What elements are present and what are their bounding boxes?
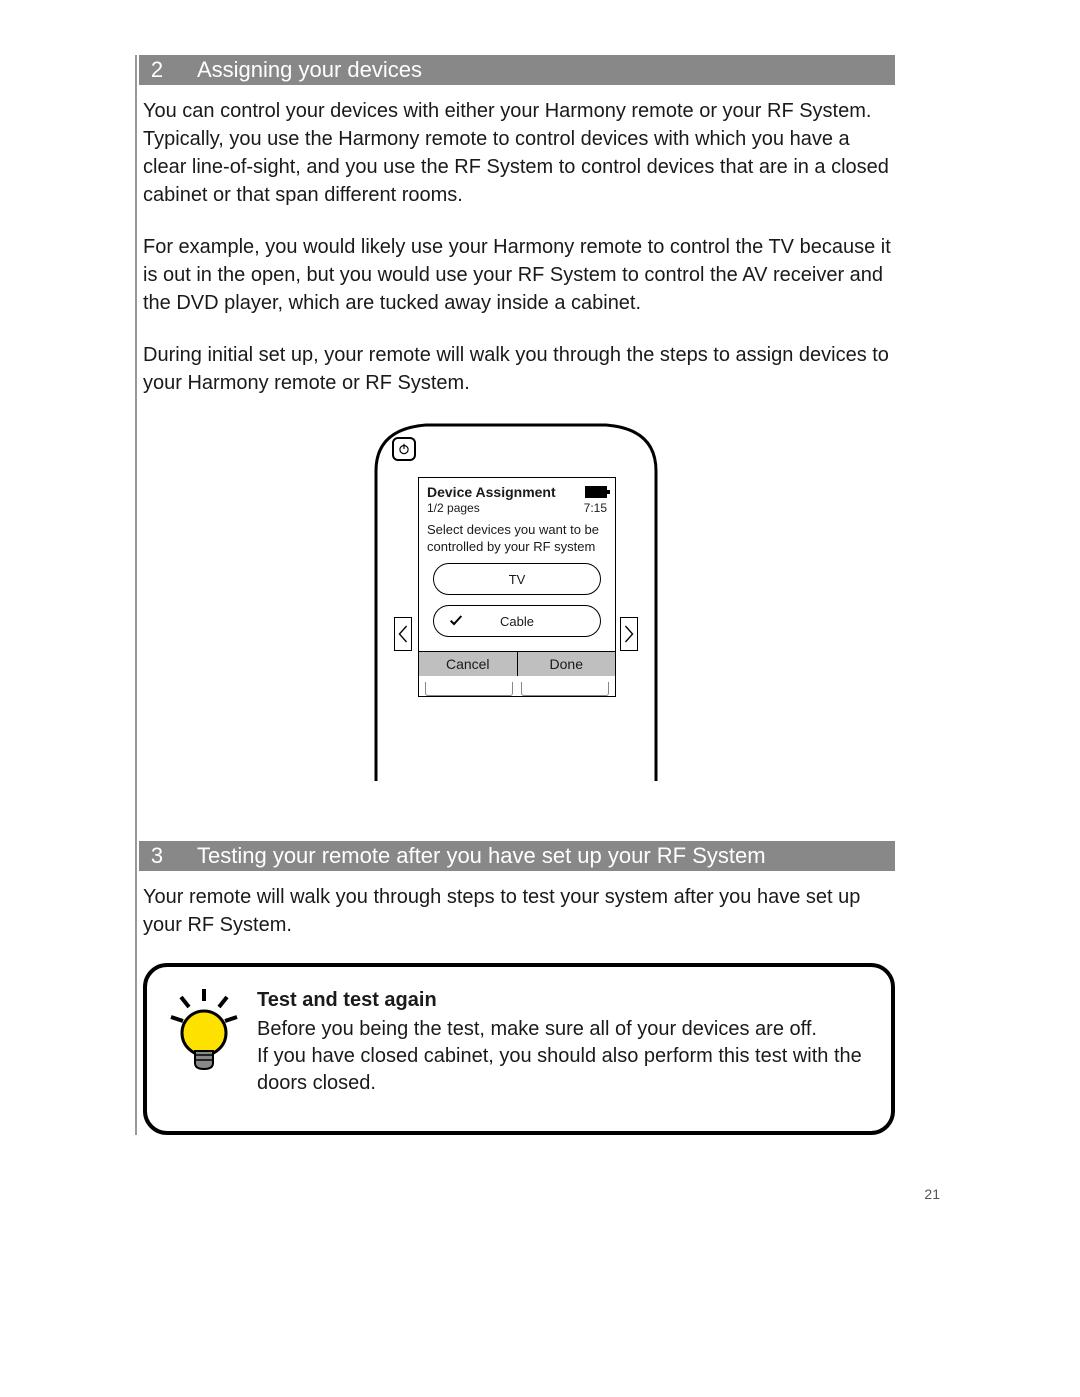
section-3-title: Testing your remote after you have set u… xyxy=(197,841,766,871)
screen-time: 7:15 xyxy=(584,501,607,515)
section-2-number: 2 xyxy=(147,55,167,85)
section-3-number: 3 xyxy=(147,841,167,871)
screen-title: Device Assignment xyxy=(427,484,556,500)
remote-screen: Device Assignment 1/2 pages 7:15 Select … xyxy=(418,477,616,697)
nav-left-button[interactable] xyxy=(394,617,412,651)
page-number: 21 xyxy=(924,1186,940,1202)
device-option-tv-label: TV xyxy=(509,572,526,587)
softkey-secondary-row xyxy=(419,676,615,696)
screen-instruction: Select devices you want to be controlled… xyxy=(419,517,615,563)
tip-line-2: If you have closed cabinet, you should a… xyxy=(257,1043,867,1097)
check-icon xyxy=(448,612,464,628)
tip-box: Test and test again Before you being the… xyxy=(143,963,895,1135)
section-2-para-2: For example, you would likely use your H… xyxy=(143,233,895,317)
device-option-cable-label: Cable xyxy=(500,614,534,629)
section-3-para-1: Your remote will walk you through steps … xyxy=(143,883,895,939)
cancel-label: Cancel xyxy=(446,656,490,672)
nav-right-button[interactable] xyxy=(620,617,638,651)
cancel-button[interactable]: Cancel xyxy=(419,652,518,676)
section-2-header: 2 Assigning your devices xyxy=(139,55,895,85)
page-content: 2 Assigning your devices You can control… xyxy=(135,55,895,1135)
section-3-header: 3 Testing your remote after you have set… xyxy=(139,841,895,871)
section-2-body: You can control your devices with either… xyxy=(137,85,895,397)
lightbulb-icon xyxy=(165,987,243,1077)
section-2-para-1: You can control your devices with either… xyxy=(143,97,895,209)
tip-title: Test and test again xyxy=(257,987,867,1014)
device-option-tv[interactable]: TV xyxy=(433,563,601,595)
done-button[interactable]: Done xyxy=(518,652,616,676)
remote-illustration: Device Assignment 1/2 pages 7:15 Select … xyxy=(356,421,676,781)
section-3-body: Your remote will walk you through steps … xyxy=(137,871,895,939)
done-label: Done xyxy=(550,656,583,672)
screen-pages: 1/2 pages xyxy=(427,501,480,515)
battery-icon xyxy=(585,486,607,498)
device-option-cable[interactable]: Cable xyxy=(433,605,601,637)
section-2-title: Assigning your devices xyxy=(197,55,422,85)
section-2-para-3: During initial set up, your remote will … xyxy=(143,341,895,397)
tip-line-1: Before you being the test, make sure all… xyxy=(257,1016,867,1043)
power-icon xyxy=(392,437,416,461)
